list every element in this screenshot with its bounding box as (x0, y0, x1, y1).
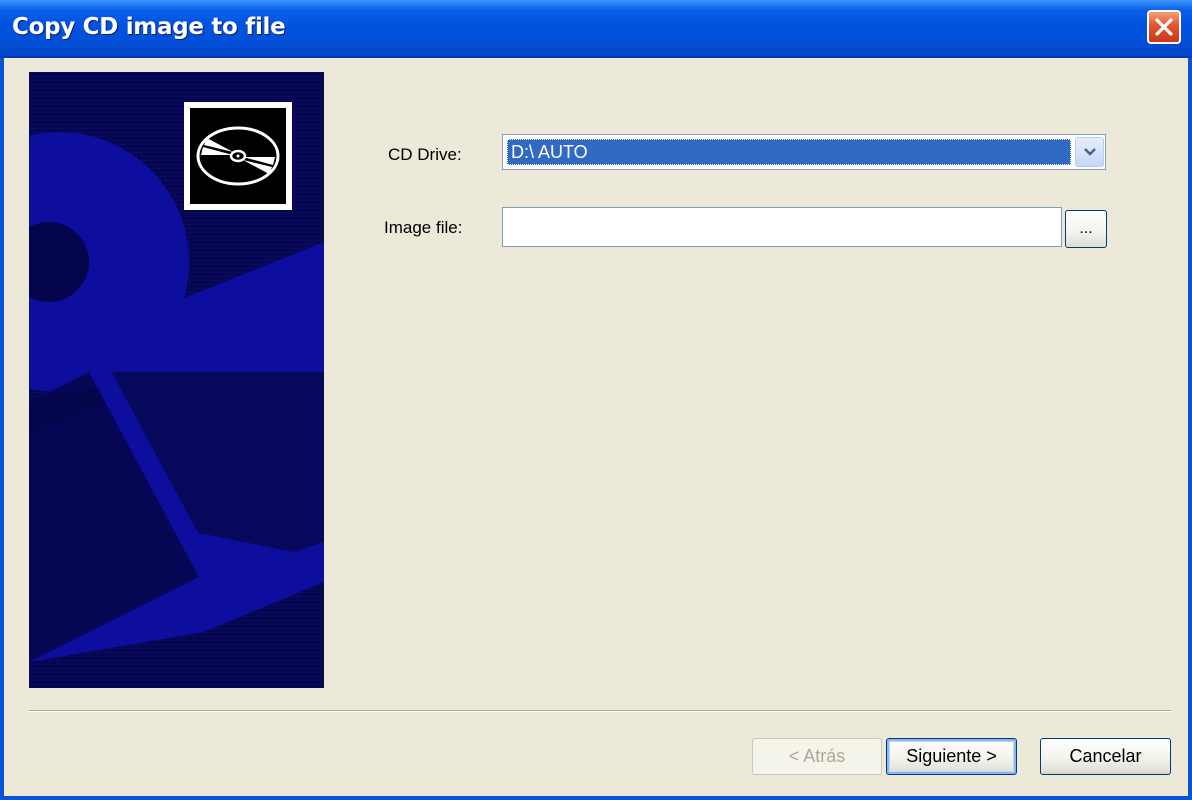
wizard-banner-image (29, 72, 324, 688)
dropdown-button[interactable] (1075, 137, 1104, 167)
copy-cd-dialog: Copy CD image to file CD Drive: D:\ AUTO… (0, 0, 1192, 800)
cancel-button[interactable]: Cancelar (1040, 738, 1171, 775)
close-button[interactable] (1147, 10, 1181, 44)
browse-button[interactable]: ... (1065, 210, 1107, 248)
image-file-label: Image file: (384, 218, 463, 237)
cd-disc-icon (196, 126, 280, 186)
cd-drive-label: CD Drive: (388, 145, 462, 164)
window-title: Copy CD image to file (12, 14, 286, 40)
close-x-icon (1155, 18, 1173, 36)
cd-drive-select[interactable]: D:\ AUTO (502, 134, 1106, 170)
image-file-input[interactable] (502, 207, 1062, 247)
title-bar[interactable]: Copy CD image to file (0, 0, 1192, 58)
footer-divider (29, 710, 1171, 712)
cd-disc-icon-frame (184, 102, 292, 210)
chevron-down-icon (1084, 148, 1096, 156)
back-button[interactable]: < Atrás (752, 738, 882, 775)
cd-drive-selected-value: D:\ AUTO (507, 139, 1071, 165)
next-button[interactable]: Siguiente > (886, 738, 1017, 775)
